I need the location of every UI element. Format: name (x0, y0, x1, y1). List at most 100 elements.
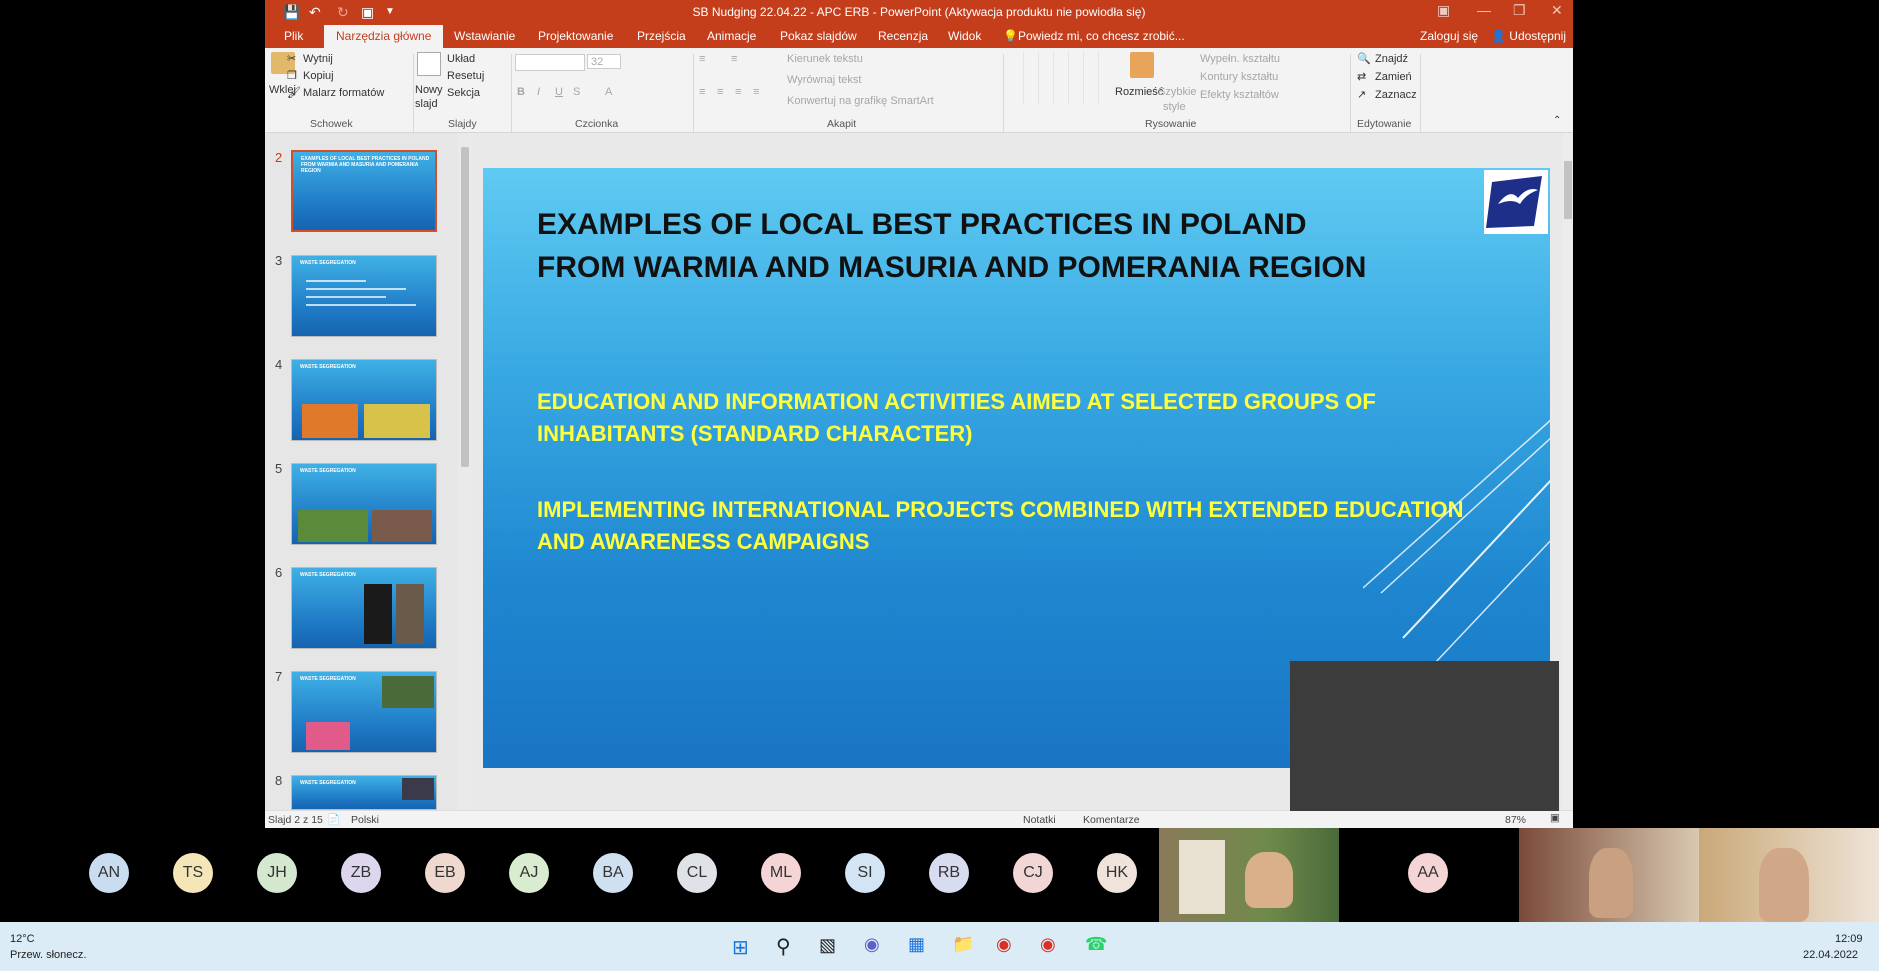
slide-thumbnail[interactable]: WASTE SEGREGATION (291, 463, 437, 545)
participant-avatar[interactable]: HK (1097, 853, 1137, 893)
slide-title[interactable]: EXAMPLES OF LOCAL BEST PRACTICES IN POLA… (537, 203, 1377, 289)
slide-thumbnail[interactable]: WASTE SEGREGATION (291, 671, 437, 753)
new-slide-button[interactable]: Nowy (415, 84, 443, 96)
reset-button[interactable]: Resetuj (447, 70, 484, 82)
tab-slideshow[interactable]: Pokaz slajdów (780, 29, 857, 43)
restore-icon[interactable]: ❐ (1513, 2, 1526, 19)
chat-icon[interactable]: ◉ (864, 934, 880, 955)
new-slide-icon[interactable] (417, 52, 441, 76)
clock-date[interactable]: 22.04.2022 (1803, 949, 1858, 961)
clock-time[interactable]: 12:09 (1835, 933, 1863, 945)
select-icon[interactable]: ↗ (1357, 88, 1366, 101)
copy-button[interactable]: Kopiuj (303, 70, 334, 82)
participant-video[interactable] (1159, 828, 1339, 922)
find-icon[interactable]: 🔍 (1357, 52, 1371, 65)
store-icon[interactable]: ▦ (908, 934, 925, 955)
participant-avatar[interactable]: AJ (509, 853, 549, 893)
format-painter-icon[interactable]: 🖌 (287, 86, 301, 99)
new-slide-button-2[interactable]: slajd (415, 98, 438, 110)
shape-fill-button[interactable]: Wypełn. kształtu (1200, 53, 1280, 65)
collapse-ribbon-icon[interactable]: ⌃ (1553, 115, 1561, 126)
slide-thumbnail[interactable]: WASTE SEGREGATION (291, 775, 437, 810)
tab-animations[interactable]: Animacje (707, 29, 756, 43)
participant-avatar[interactable]: SI (845, 853, 885, 893)
text-direction-button[interactable]: Kierunek tekstu (787, 53, 863, 65)
tell-me-search[interactable]: Powiedz mi, co chcesz zrobić... (1018, 29, 1185, 43)
participant-avatar[interactable]: EB (425, 853, 465, 893)
tab-review[interactable]: Recenzja (878, 29, 928, 43)
shape-outline-button[interactable]: Kontury kształtu (1200, 71, 1278, 83)
whatsapp-icon[interactable]: ☎ (1085, 934, 1107, 955)
participant-avatar[interactable]: TS (173, 853, 213, 893)
bold-icon[interactable]: B (517, 86, 525, 98)
scrollbar-thumb[interactable] (461, 147, 469, 467)
participant-avatar[interactable]: AN (89, 853, 129, 893)
tab-file[interactable]: Plik (284, 29, 303, 43)
smartart-button[interactable]: Konwertuj na grafikę SmartArt (787, 95, 934, 107)
chrome-icon[interactable]: ◉ (996, 934, 1012, 955)
align-right-icon[interactable]: ≡ (735, 86, 741, 98)
replace-button[interactable]: Zamień (1375, 71, 1412, 83)
slide-bullet[interactable]: IMPLEMENTING INTERNATIONAL PROJECTS COMB… (537, 494, 1497, 558)
font-size-field[interactable]: 32 (587, 54, 621, 69)
copy-icon[interactable]: ❐ (287, 69, 297, 82)
font-name-field[interactable] (515, 54, 585, 71)
align-text-button[interactable]: Wyrównaj tekst (787, 74, 861, 86)
start-icon[interactable]: ⊞ (732, 935, 749, 960)
section-button[interactable]: Sekcja (447, 87, 480, 99)
arrange-button[interactable]: Rozmieść (1115, 86, 1163, 98)
comments-button[interactable]: Komentarze (1083, 814, 1140, 826)
scrollbar-thumb[interactable] (1564, 161, 1572, 219)
justify-icon[interactable]: ≡ (753, 86, 759, 98)
replace-icon[interactable]: ⇄ (1357, 70, 1366, 83)
participant-avatar[interactable]: CL (677, 853, 717, 893)
italic-icon[interactable]: I (537, 86, 540, 98)
file-explorer-icon[interactable]: 📁 (952, 934, 974, 955)
participant-avatar[interactable]: RB (929, 853, 969, 893)
font-color-icon[interactable]: A (605, 86, 612, 98)
thumbnails-scrollbar[interactable] (457, 133, 473, 810)
notes-button[interactable]: Notatki (1023, 814, 1056, 826)
participant-avatar[interactable]: AA (1408, 853, 1448, 893)
layout-button[interactable]: Układ (447, 53, 475, 65)
participant-avatar[interactable]: JH (257, 853, 297, 893)
share-button[interactable]: 👤 Udostępnij (1491, 29, 1566, 43)
tab-transitions[interactable]: Przejścia (637, 29, 686, 43)
close-icon[interactable]: ✕ (1551, 2, 1563, 19)
participant-avatar[interactable]: ML (761, 853, 801, 893)
find-button[interactable]: Znajdź (1375, 53, 1408, 65)
weather-temperature[interactable]: 12°C (10, 933, 35, 945)
bullets-icon[interactable]: ≡ (699, 53, 705, 65)
tab-insert[interactable]: Wstawianie (454, 29, 515, 43)
numbering-icon[interactable]: ≡ (731, 53, 737, 65)
align-left-icon[interactable]: ≡ (699, 86, 705, 98)
underline-icon[interactable]: U (555, 86, 563, 98)
participant-avatar[interactable]: BA (593, 853, 633, 893)
participant-avatar[interactable]: ZB (341, 853, 381, 893)
slide-thumbnail[interactable]: WASTE SEGREGATION (291, 359, 437, 441)
slide-bullet[interactable]: EDUCATION AND INFORMATION ACTIVITIES AIM… (537, 386, 1497, 450)
language-indicator[interactable]: Polski (351, 814, 379, 826)
participant-avatar[interactable]: CJ (1013, 853, 1053, 893)
slide-thumbnail[interactable]: WASTE SEGREGATION (291, 567, 437, 649)
fit-slide-icon[interactable]: ▣ (1550, 812, 1560, 824)
tab-home[interactable]: Narzędzia główne (324, 25, 444, 48)
sign-in-link[interactable]: Zaloguj się (1420, 29, 1478, 43)
chrome-profile-icon[interactable]: ◉ (1040, 934, 1056, 955)
slide-scrollbar[interactable] (1563, 133, 1573, 810)
align-center-icon[interactable]: ≡ (717, 86, 723, 98)
search-icon[interactable]: ⚲ (776, 934, 791, 959)
shape-effects-button[interactable]: Efekty kształtów (1200, 89, 1279, 101)
task-view-icon[interactable]: ▧ (819, 935, 836, 956)
participant-video[interactable] (1699, 828, 1879, 922)
shadow-icon[interactable]: S (573, 86, 580, 98)
arrange-icon[interactable] (1130, 52, 1154, 78)
quick-styles-button-2[interactable]: style (1163, 101, 1186, 113)
slide-thumbnail[interactable]: EXAMPLES OF LOCAL BEST PRACTICES IN POLA… (291, 150, 437, 232)
cut-button[interactable]: Wytnij (303, 53, 333, 65)
minimize-icon[interactable]: — (1477, 2, 1491, 18)
format-painter-button[interactable]: Malarz formatów (303, 87, 384, 99)
spellcheck-icon[interactable]: 📄 (327, 813, 340, 826)
shapes-gallery[interactable] (1009, 52, 1109, 104)
zoom-level[interactable]: 87% (1505, 814, 1526, 826)
